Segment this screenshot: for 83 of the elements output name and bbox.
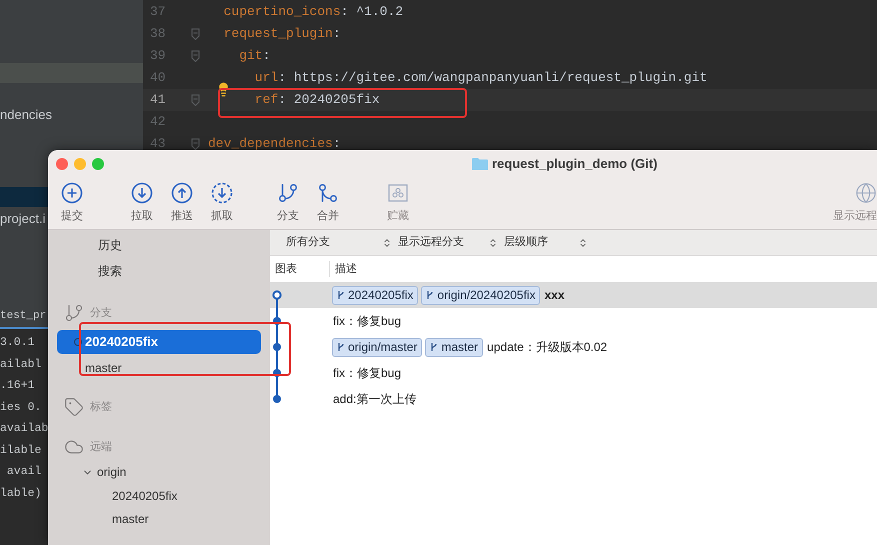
commit-node (271, 334, 283, 360)
branch-tag[interactable]: 20240205fix (332, 286, 418, 304)
commit-message: fix：修复bug (333, 365, 402, 382)
commit-message: update：升级版本0.02 (487, 339, 608, 356)
down-arrow-circle-icon (131, 182, 153, 204)
section-header: 分支 (90, 306, 112, 321)
toolbar-button[interactable]: 提交 (52, 178, 92, 224)
window-title: request_plugin_demo (Git) (492, 155, 658, 174)
line-number: 38 (149, 25, 167, 44)
code-line: ref: 20240205fix (254, 91, 380, 110)
console-line: ilable (0, 442, 42, 459)
code-line: request_plugin: (222, 25, 341, 44)
line-number: 41 (149, 91, 167, 110)
branch-item[interactable]: 20240205fix (57, 330, 261, 354)
up-arrow-circle-icon (171, 182, 193, 204)
stash-box-icon (387, 182, 409, 204)
console-line: ailabl (0, 356, 42, 373)
branch-item[interactable]: master (57, 356, 261, 380)
console-line: availab (0, 421, 48, 438)
branch-icon (430, 342, 438, 352)
console-line: 3.0.1 (0, 335, 35, 352)
commit-message: xxx (544, 287, 564, 304)
toolbar-button[interactable]: 分支 (268, 178, 308, 224)
console-tab[interactable]: test_pr (0, 308, 46, 324)
code-line: url: https://gitee.com/wangpanpanyuanli/request_plugin.git (254, 69, 708, 88)
fold-marker-icon[interactable] (191, 50, 200, 62)
code-line: git: (238, 47, 270, 66)
fold-marker-icon[interactable] (191, 94, 200, 106)
merge-icon (317, 182, 339, 204)
line-number: 39 (149, 47, 167, 66)
code-line: cupertino_icons: ^1.0.2 (222, 3, 404, 22)
console-line: .16+1 (0, 378, 35, 394)
remote-item[interactable]: origin (97, 463, 126, 481)
branch-tag[interactable]: origin/master (332, 338, 422, 356)
branch-icon (426, 290, 434, 300)
sidebar-item[interactable]: 搜索 (98, 262, 122, 280)
branch-icon (64, 303, 84, 323)
toolbar-button[interactable]: 抓取 (202, 178, 242, 224)
line-number: 37 (149, 3, 167, 22)
project-tree-item[interactable]: ndencies (0, 105, 52, 125)
column-header[interactable]: 图表 (275, 260, 297, 278)
branch-icon (277, 182, 299, 204)
console-line: lable) (0, 486, 42, 502)
section-header: 标签 (90, 400, 112, 415)
branch-tag[interactable]: master (425, 338, 484, 356)
minimize-button[interactable] (74, 158, 86, 170)
project-tree-item[interactable]: project.i (0, 209, 46, 229)
updown-chevron-icon (578, 238, 588, 248)
toolbar-button[interactable]: 拉取 (122, 178, 162, 224)
folder-icon (472, 156, 488, 171)
section-header: 远端 (90, 440, 112, 455)
filter-dropdown[interactable]: 显示远程分支 (398, 234, 504, 251)
globe-icon (855, 182, 877, 204)
toolbar-button[interactable]: 推送 (162, 178, 202, 224)
remote-branch-item[interactable]: 20240205fix (112, 486, 178, 504)
filter-dropdown[interactable]: 层级顺序 (504, 234, 594, 251)
updown-chevron-icon (488, 238, 498, 248)
updown-chevron-icon (382, 238, 392, 248)
fold-marker-icon[interactable] (191, 28, 200, 40)
console-line: avail (6, 464, 42, 480)
commit-message: add:第一次上传 (333, 391, 416, 408)
sidebar-item[interactable]: 历史 (98, 236, 122, 254)
zoom-button[interactable] (92, 158, 104, 170)
commit-message: fix：修复bug (333, 313, 402, 330)
remote-branch-item[interactable]: master (112, 510, 149, 528)
column-header[interactable]: 描述 (335, 260, 357, 278)
line-number: 40 (149, 69, 167, 88)
plus-circle-icon (61, 182, 83, 204)
filter-dropdown[interactable]: 所有分支 (286, 234, 398, 251)
code-line: dev_dependencies: (208, 135, 341, 154)
branch-icon (337, 290, 345, 300)
line-number: 43 (149, 135, 167, 154)
dashed-down-arrow-circle-icon (211, 182, 233, 204)
branch-tag[interactable]: origin/20240205fix (421, 286, 540, 304)
commit-row[interactable]: 20240205fix origin/20240205fix xxx (270, 282, 877, 308)
close-button[interactable] (56, 158, 68, 170)
branch-icon (337, 342, 345, 352)
lightbulb-icon[interactable] (216, 82, 231, 98)
fold-marker-icon[interactable] (191, 138, 200, 150)
console-line: ies 0. (0, 400, 42, 416)
line-number: 42 (149, 113, 167, 132)
tag-icon (64, 397, 84, 417)
toolbar-button[interactable]: 合并 (308, 178, 348, 224)
